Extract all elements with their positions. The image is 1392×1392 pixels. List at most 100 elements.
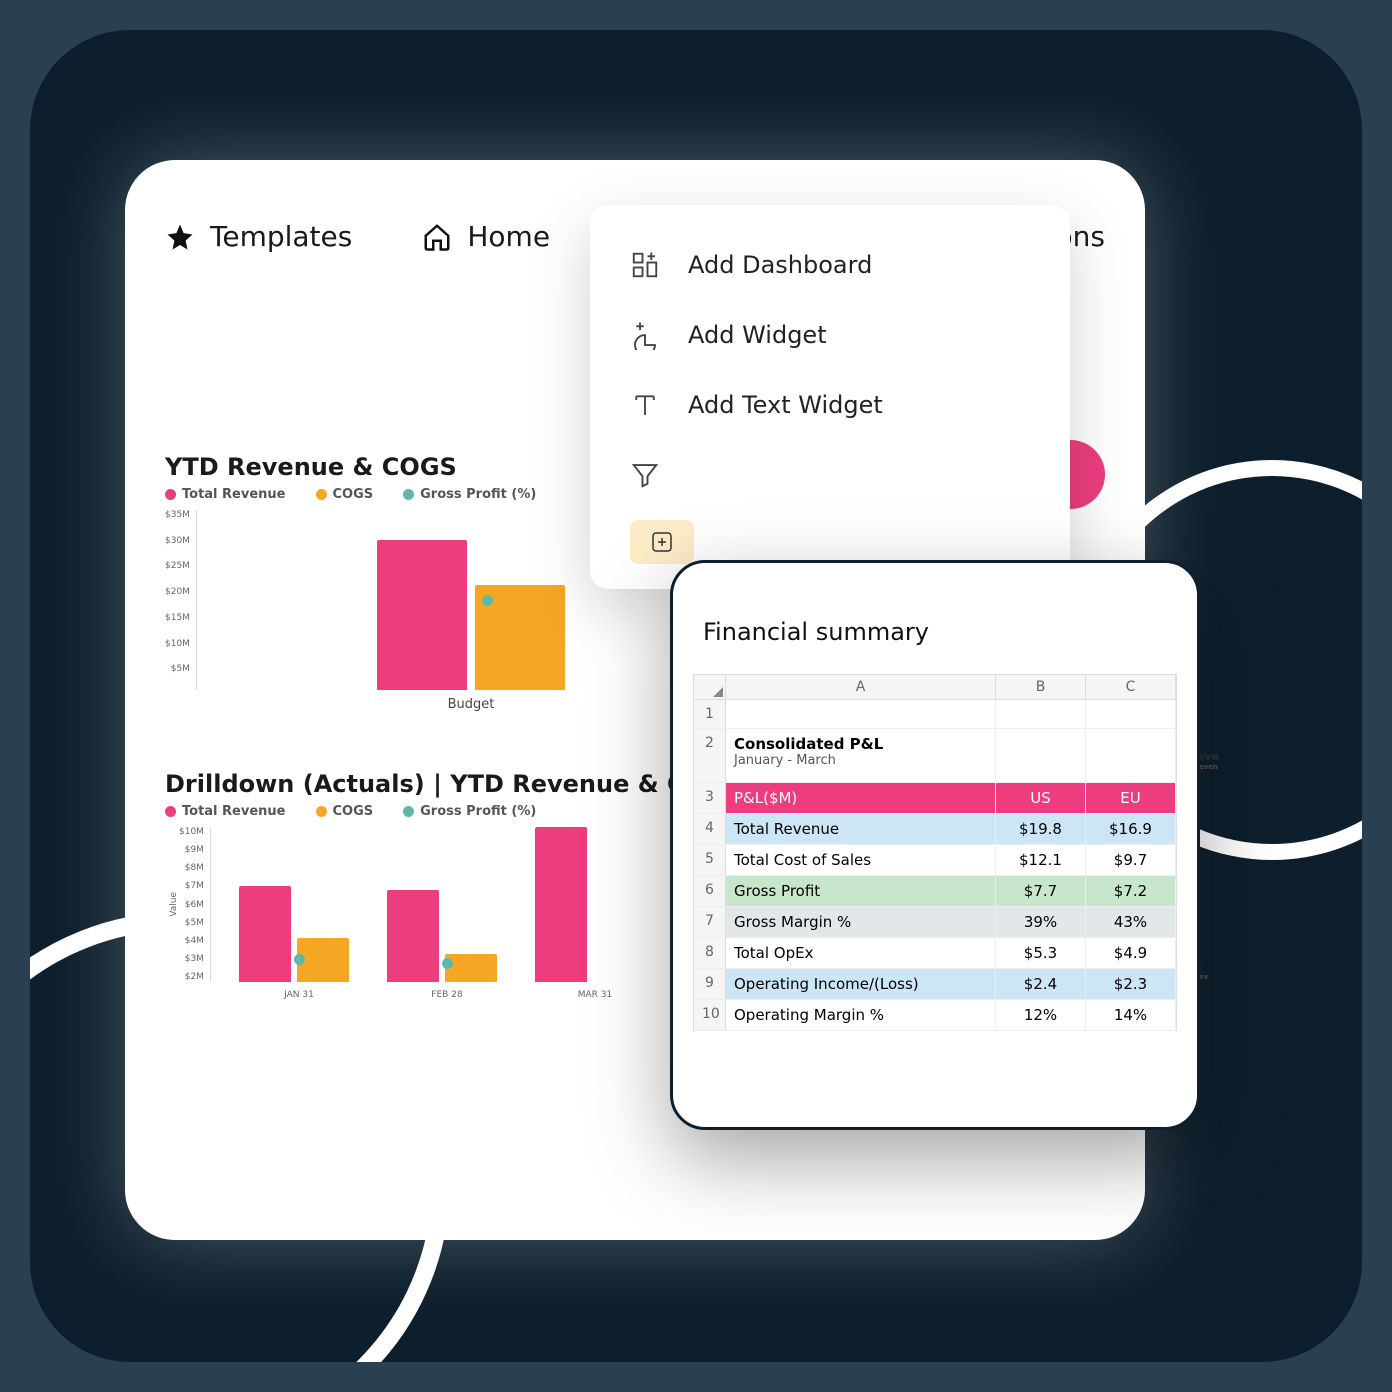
legend-item: COGS <box>316 804 374 819</box>
dot-icon <box>165 806 176 817</box>
row-number[interactable]: 9 <box>694 969 726 999</box>
table-row: 6Gross Profit$7.7$7.2 <box>693 876 1177 907</box>
select-all-corner[interactable] <box>694 675 726 699</box>
add-button[interactable] <box>630 520 694 564</box>
row-number[interactable]: 4 <box>694 814 726 844</box>
legend-label: Gross Profit (%) <box>420 804 536 819</box>
col-header[interactable]: B <box>996 675 1086 699</box>
tick: $15M <box>165 613 190 623</box>
x-label: Budget <box>448 697 495 712</box>
cell[interactable]: P&L($M) <box>726 783 996 813</box>
dot-icon <box>316 806 327 817</box>
point-gross-profit <box>442 958 453 969</box>
cell[interactable]: $16.9 <box>1086 814 1176 844</box>
cell-title: Consolidated P&L <box>734 735 987 753</box>
row-number[interactable]: 6 <box>694 876 726 906</box>
row-number[interactable]: 8 <box>694 938 726 968</box>
nav-label: Templates <box>210 220 352 253</box>
star-icon <box>165 222 195 252</box>
tick: $25M <box>165 561 190 571</box>
legend-item: Total Revenue <box>165 487 286 502</box>
tick: $20M <box>165 587 190 597</box>
dot-icon <box>316 489 327 500</box>
cell[interactable]: EU <box>1086 783 1176 813</box>
legend-label: Total Revenue <box>182 487 286 502</box>
funnel-icon <box>630 460 660 490</box>
cell[interactable]: $7.7 <box>996 876 1086 906</box>
row-number[interactable]: 5 <box>694 845 726 875</box>
legend-label: Gross Profit (%) <box>420 487 536 502</box>
point-gross-profit <box>294 954 305 965</box>
tick: $5M <box>165 664 190 674</box>
y-axis-title: Value <box>165 892 179 917</box>
cell[interactable]: $12.1 <box>996 845 1086 875</box>
cell[interactable]: $9.7 <box>1086 845 1176 875</box>
row-number[interactable]: 7 <box>694 907 726 937</box>
row-number[interactable]: 10 <box>694 1000 726 1030</box>
bar-group: FEB 28 <box>387 890 507 982</box>
legend-item: Gross Profit (%) <box>403 804 536 819</box>
cell[interactable]: Consolidated P&LJanuary - March <box>726 729 996 782</box>
tick: $6M <box>179 900 204 910</box>
cell[interactable]: $19.8 <box>996 814 1086 844</box>
cell[interactable]: $2.3 <box>1086 969 1176 999</box>
menu-add-widget[interactable]: Add Widget <box>620 300 1040 370</box>
table-row: 5Total Cost of Sales$12.1$9.7 <box>693 845 1177 876</box>
tick: $10M <box>165 639 190 649</box>
cell[interactable]: $4.9 <box>1086 938 1176 968</box>
cell[interactable]: US <box>996 783 1086 813</box>
cell[interactable]: Operating Margin % <box>726 1000 996 1030</box>
home-icon <box>422 222 452 252</box>
row-number[interactable]: 3 <box>694 783 726 813</box>
cell[interactable]: 39% <box>996 907 1086 937</box>
menu-add-text-widget[interactable]: Add Text Widget <box>620 370 1040 440</box>
spreadsheet-grid[interactable]: A B C 1 2 Consolidated P&LJanuary - Marc… <box>693 674 1177 1031</box>
tick: $5M <box>179 918 204 928</box>
cell-subtitle: January - March <box>734 753 987 768</box>
sheet-title: Financial summary <box>703 618 1177 646</box>
y-axis: $10M $9M $8M $7M $6M $5M $4M $3M $2M <box>179 827 210 982</box>
bar-revenue <box>387 890 439 982</box>
table-header-row: 3 P&L($M) US EU <box>693 783 1177 814</box>
col-header[interactable]: A <box>726 675 996 699</box>
bar-revenue <box>377 540 467 690</box>
widget-add-icon <box>630 320 660 350</box>
nav-home[interactable]: Home <box>422 220 550 253</box>
legend-item: Gross Profit (%) <box>403 487 536 502</box>
tick: $3M <box>179 954 204 964</box>
cell[interactable]: $5.3 <box>996 938 1086 968</box>
nav-label: Home <box>467 220 550 253</box>
x-label: FEB 28 <box>431 990 462 1000</box>
cell[interactable]: Total OpEx <box>726 938 996 968</box>
menu-label: Add Widget <box>688 321 827 349</box>
row-number[interactable]: 1 <box>694 700 726 728</box>
nav-templates[interactable]: Templates <box>165 220 352 253</box>
cell[interactable]: Total Cost of Sales <box>726 845 996 875</box>
menu-label: Add Dashboard <box>688 251 872 279</box>
row-number[interactable]: 2 <box>694 729 726 782</box>
cell[interactable]: Gross Profit <box>726 876 996 906</box>
menu-label: Add Text Widget <box>688 391 883 419</box>
dot-icon <box>165 489 176 500</box>
menu-add-dashboard[interactable]: Add Dashboard <box>620 230 1040 300</box>
table-row: 10Operating Margin %12%14% <box>693 1000 1177 1031</box>
tick: $8M <box>179 863 204 873</box>
tick: $7M <box>179 881 204 891</box>
bar-group: MAR 31 <box>535 827 655 982</box>
cell[interactable]: 14% <box>1086 1000 1176 1030</box>
tick: $10M <box>179 827 204 837</box>
cell[interactable]: $7.2 <box>1086 876 1176 906</box>
dashboard-add-icon <box>630 250 660 280</box>
financial-summary-sheet: Financial summary A B C 1 2 Consolidated… <box>670 560 1200 1130</box>
cell[interactable]: Total Revenue <box>726 814 996 844</box>
cell[interactable]: 43% <box>1086 907 1176 937</box>
col-header[interactable]: C <box>1086 675 1176 699</box>
cell[interactable]: 12% <box>996 1000 1086 1030</box>
text-icon <box>630 390 660 420</box>
dot-icon <box>403 489 414 500</box>
cell[interactable]: Operating Income/(Loss) <box>726 969 996 999</box>
menu-filter[interactable] <box>620 440 1040 510</box>
dot-icon <box>403 806 414 817</box>
cell[interactable]: $2.4 <box>996 969 1086 999</box>
cell[interactable]: Gross Margin % <box>726 907 996 937</box>
